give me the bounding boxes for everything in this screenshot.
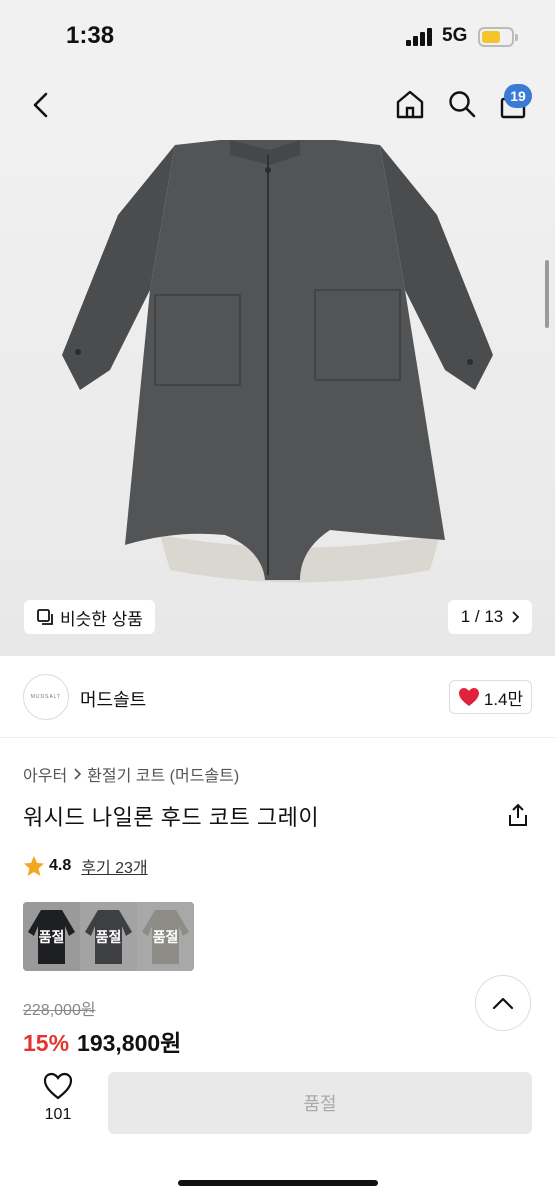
back-button[interactable] bbox=[24, 88, 58, 122]
home-icon bbox=[396, 90, 424, 119]
search-icon bbox=[449, 91, 476, 118]
rating-row: 4.8 후기 23개 bbox=[23, 854, 148, 878]
similar-products-button[interactable]: 비슷한 상품 bbox=[24, 600, 155, 634]
status-time: 1:38 bbox=[66, 22, 115, 49]
pager-label: 1 / 13 bbox=[460, 607, 504, 626]
product-image-gallery[interactable]: 비슷한 상품 1 / 13 bbox=[0, 140, 555, 656]
status-bar: 1:38 5G bbox=[0, 0, 555, 70]
breadcrumb-category[interactable]: 아우터 bbox=[23, 762, 67, 786]
brand-like-count: 1.4만 bbox=[483, 689, 524, 709]
variant-selector: 품절 품절 품절 bbox=[23, 902, 194, 971]
price-row: 15% 193,800원 bbox=[23, 1024, 181, 1058]
home-indicator bbox=[178, 1180, 378, 1186]
cart-badge: 19 bbox=[504, 84, 532, 108]
rating-value: 4.8 bbox=[49, 857, 72, 874]
scroll-to-top-button[interactable] bbox=[475, 975, 531, 1031]
breadcrumb: 아우터 환절기 코트 (머드솔트) bbox=[23, 762, 239, 786]
brand-name[interactable]: 머드솔트 bbox=[80, 686, 146, 712]
soldout-button[interactable]: 품절 bbox=[108, 1072, 532, 1134]
similar-products-label: 비슷한 상품 bbox=[60, 609, 143, 629]
variant-soldout-label: 품절 bbox=[152, 928, 179, 945]
wishlist-button[interactable]: 101 bbox=[36, 1072, 80, 1132]
share-button[interactable] bbox=[505, 802, 531, 828]
signal-icon bbox=[406, 28, 434, 46]
discount-rate: 15% bbox=[23, 1030, 70, 1056]
chevron-right-icon bbox=[512, 611, 520, 623]
variant-option[interactable]: 품절 bbox=[23, 902, 80, 971]
breadcrumb-subcategory[interactable]: 환절기 코트 (머드솔트) bbox=[87, 762, 239, 786]
chevron-right-icon bbox=[74, 768, 82, 780]
search-button[interactable] bbox=[444, 86, 480, 122]
variant-option[interactable]: 품절 bbox=[80, 902, 137, 971]
network-label: 5G bbox=[442, 25, 468, 46]
star-icon bbox=[24, 856, 44, 876]
similar-items-icon bbox=[37, 609, 53, 625]
brand-logo-text: MUDSALT bbox=[30, 694, 62, 700]
variant-soldout-label: 품절 bbox=[95, 928, 122, 945]
brand-like-button[interactable]: 1.4만 bbox=[449, 680, 532, 714]
home-button[interactable] bbox=[392, 86, 428, 122]
product-title: 워시드 나일론 후드 코트 그레이 bbox=[23, 805, 320, 830]
chevron-up-icon bbox=[492, 997, 514, 1010]
variant-soldout-label: 품절 bbox=[38, 928, 65, 945]
product-image bbox=[62, 140, 493, 583]
reviews-link[interactable]: 후기 23개 bbox=[81, 854, 147, 878]
chevron-left-icon bbox=[33, 92, 48, 118]
heart-filled-icon bbox=[458, 688, 479, 706]
battery-icon bbox=[478, 27, 518, 47]
original-price: 228,000원 bbox=[23, 1002, 96, 1019]
brand-logo[interactable]: MUDSALT bbox=[23, 674, 69, 720]
variant-option[interactable]: 품절 bbox=[137, 902, 194, 971]
scroll-indicator[interactable] bbox=[545, 260, 549, 328]
heart-outline-icon bbox=[43, 1072, 73, 1100]
share-icon bbox=[509, 803, 527, 826]
image-pager[interactable]: 1 / 13 bbox=[448, 600, 532, 634]
wishlist-count: 101 bbox=[44, 1106, 72, 1123]
nav-bar bbox=[0, 70, 555, 140]
brand-row[interactable]: MUDSALT 머드솔트 1.4만 bbox=[0, 656, 555, 738]
sale-price: 193,800원 bbox=[77, 1030, 182, 1056]
